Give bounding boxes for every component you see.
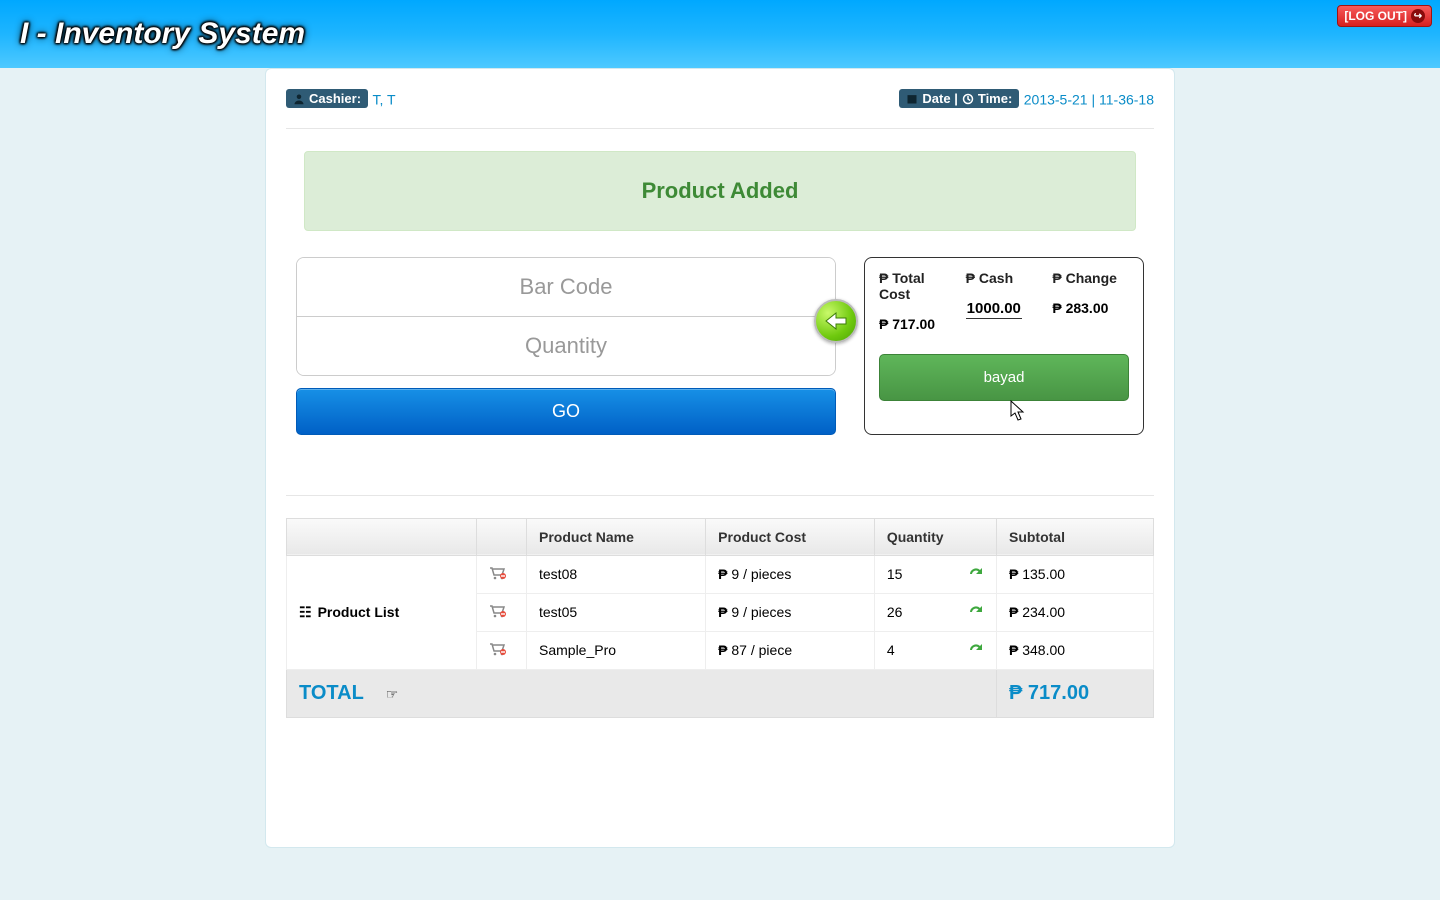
- redo-icon[interactable]: [968, 642, 984, 659]
- change-value: ₱ 283.00: [1052, 300, 1129, 316]
- table-header: Product Name Product Cost Quantity Subto…: [287, 518, 1154, 555]
- redo-icon[interactable]: [968, 604, 984, 621]
- redo-icon[interactable]: [968, 566, 984, 583]
- product-cost-cell: ₱ 87 / piece: [706, 631, 875, 669]
- total-cost-header: ₱ Total Cost: [879, 270, 956, 302]
- th-blank1: [287, 518, 477, 555]
- logout-button[interactable]: [LOG OUT] ↪: [1337, 5, 1432, 27]
- remove-cart-icon: [489, 566, 507, 580]
- calendar-icon: [906, 93, 918, 105]
- pay-button[interactable]: bayad: [879, 354, 1129, 401]
- quantity-input[interactable]: [297, 317, 835, 375]
- cashier-value: T, T: [372, 92, 395, 108]
- divider: [286, 495, 1154, 496]
- time-label: Time:: [978, 91, 1012, 106]
- remove-item-cell[interactable]: [477, 555, 527, 593]
- subtotal-cell: ₱ 135.00: [996, 555, 1153, 593]
- success-alert: Product Added: [304, 151, 1136, 231]
- datetime-value: 2013-5-21 | 11-36-18: [1024, 92, 1154, 108]
- quantity-cell: 15: [874, 555, 996, 593]
- product-name-cell: test05: [527, 593, 706, 631]
- quantity-cell: 4: [874, 631, 996, 669]
- product-cost-cell: ₱ 9 / pieces: [706, 555, 875, 593]
- barcode-input[interactable]: [297, 258, 835, 317]
- product-table: Product Name Product Cost Quantity Subto…: [286, 518, 1154, 718]
- th-quantity: Quantity: [874, 518, 996, 555]
- th-product-name: Product Name: [527, 518, 706, 555]
- total-row: TOTAL ☞ ₱ 717.00: [287, 669, 1154, 717]
- subtotal-cell: ₱ 348.00: [996, 631, 1153, 669]
- th-subtotal: Subtotal: [996, 518, 1153, 555]
- cash-input[interactable]: [966, 300, 1022, 319]
- cash-header: ₱ Cash: [966, 270, 1043, 286]
- quantity-cell: 26: [874, 593, 996, 631]
- header-bar: I - Inventory System [LOG OUT] ↪: [0, 0, 1440, 68]
- product-list-label-cell: ☷ Product List: [287, 555, 477, 669]
- go-button[interactable]: GO: [296, 388, 836, 435]
- table-row: ☷ Product Listtest08₱ 9 / pieces15 ₱ 135…: [287, 555, 1154, 593]
- cashier-label: Cashier:: [309, 91, 361, 106]
- payment-box: ₱ Total Cost ₱ 717.00 ₱ Cash ₱ Change ₱ …: [864, 257, 1144, 435]
- remove-item-cell[interactable]: [477, 631, 527, 669]
- cashier-pill: Cashier:: [286, 89, 368, 108]
- th-product-cost: Product Cost: [706, 518, 875, 555]
- hand-point-icon: ☞: [386, 686, 399, 703]
- subtotal-cell: ₱ 234.00: [996, 593, 1153, 631]
- user-icon: [293, 93, 305, 105]
- total-amount: ₱ 717.00: [1009, 682, 1089, 704]
- product-cost-cell: ₱ 9 / pieces: [706, 593, 875, 631]
- remove-item-cell[interactable]: [477, 593, 527, 631]
- remove-cart-icon: [489, 642, 507, 656]
- info-row: Cashier: T, T Date | Time: 2013-5-21 | 1…: [286, 89, 1154, 110]
- app-title: I - Inventory System: [20, 17, 305, 51]
- main-panel: Cashier: T, T Date | Time: 2013-5-21 | 1…: [265, 68, 1175, 848]
- logout-label: [LOG OUT]: [1344, 9, 1407, 23]
- remove-cart-icon: [489, 604, 507, 618]
- total-label: TOTAL: [299, 682, 364, 704]
- product-name-cell: test08: [527, 555, 706, 593]
- change-header: ₱ Change: [1052, 270, 1129, 286]
- logout-icon: ↪: [1411, 9, 1425, 23]
- date-label: Date |: [922, 91, 957, 106]
- back-arrow-icon[interactable]: [814, 299, 858, 343]
- divider: [286, 128, 1154, 129]
- th-blank2: [477, 518, 527, 555]
- list-icon: ☷: [299, 604, 312, 621]
- total-cost-value: ₱ 717.00: [879, 316, 956, 332]
- input-stack: [296, 257, 836, 376]
- product-list-label: Product List: [318, 604, 400, 620]
- product-name-cell: Sample_Pro: [527, 631, 706, 669]
- datetime-pill: Date | Time:: [899, 89, 1019, 108]
- clock-icon: [962, 93, 974, 105]
